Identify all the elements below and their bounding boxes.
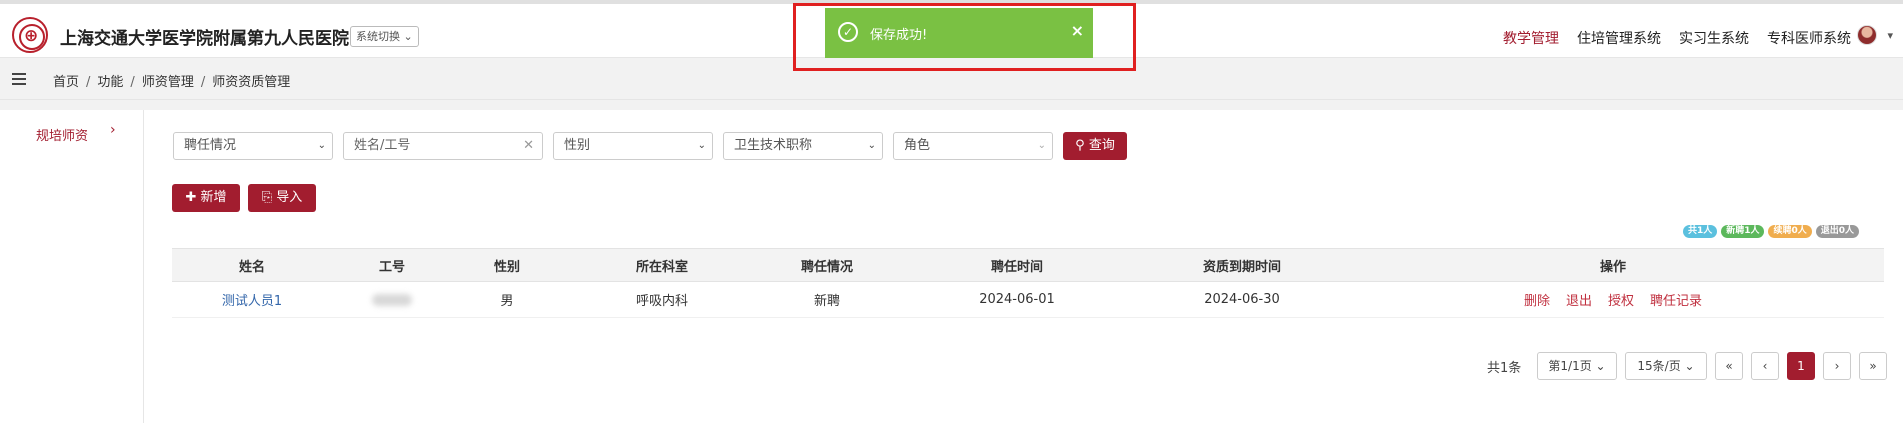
gender-select[interactable]: 性别 ⌄ (553, 132, 713, 160)
breadcrumb-separator: / (130, 75, 135, 90)
teacher-hire-date: 2024-06-01 (979, 292, 1055, 307)
content-gap (0, 100, 1903, 110)
hire-records-link[interactable]: 聘任记录 (1650, 290, 1702, 309)
teacher-gender: 男 (500, 294, 514, 309)
exit-badge: 退出0人 (1815, 225, 1859, 238)
breadcrumb-current: 师资资质管理 (212, 75, 291, 90)
add-button-label: 新增 (200, 190, 227, 205)
role-select[interactable]: 角色 ⌄ (893, 132, 1053, 160)
page-size-select[interactable]: 15条/页 ⌄ (1625, 352, 1707, 380)
new-hire-badge: 新聘1人 (1721, 225, 1765, 238)
last-page-button[interactable]: » (1859, 352, 1887, 380)
column-header-id: 工号 (378, 259, 405, 275)
pagination-total: 共1条 (1487, 361, 1522, 376)
excel-file-icon: ⎘ (261, 190, 277, 205)
chevron-down-icon: ⌄ (697, 140, 706, 151)
chevron-down-icon: ⌄ (1591, 359, 1606, 373)
prev-page-button[interactable]: ‹ (1751, 352, 1779, 380)
name-search-placeholder: 姓名/工号 (354, 138, 411, 153)
top-nav: 教学管理 住培管理系统 实习生系统 专科医师系统 (1503, 28, 1851, 48)
breadcrumb-teacher-management[interactable]: 师资管理 (142, 75, 194, 90)
nav-intern-system[interactable]: 实习生系统 (1679, 28, 1749, 48)
title-select-value: 卫生技术职称 (734, 138, 813, 153)
sidebar: 规培师资 › (10, 110, 144, 423)
chevron-down-icon: ⌄ (867, 140, 876, 151)
add-button[interactable]: ✚ 新增 (172, 184, 240, 212)
teacher-status: 新聘 (813, 294, 840, 309)
column-header-gender: 性别 (493, 259, 520, 275)
employment-select[interactable]: 聘任情况 ⌄ (173, 132, 333, 160)
table-row: 测试人员1 男 呼吸内科 新聘 2024-06-01 2024-06-30 删除… (172, 282, 1884, 318)
column-header-actions: 操作 (1599, 259, 1626, 275)
name-search-input[interactable]: 姓名/工号 ✕ (343, 132, 543, 160)
column-header-status: 聘任情况 (800, 259, 853, 275)
chevron-down-icon: ⌄ (1037, 140, 1046, 151)
next-page-button[interactable]: › (1823, 352, 1851, 380)
teacher-expire-date: 2024-06-30 (1204, 292, 1280, 307)
summary-badges: 共1人 新聘1人 续聘0人 退出0人 (1682, 225, 1859, 238)
breadcrumb: 首页 / 功能 / 师资管理 / 师资资质管理 (53, 71, 290, 90)
employment-select-value: 聘任情况 (184, 138, 237, 153)
query-button-label: 查询 (1088, 138, 1115, 153)
breadcrumb-separator: / (200, 75, 206, 90)
page-1-button[interactable]: 1 (1787, 352, 1815, 380)
query-button[interactable]: ⚲ 查询 (1063, 132, 1127, 160)
chevron-down-icon: ⌄ (403, 30, 413, 43)
row-actions: 删除 退出 授权 聘任记录 (1342, 282, 1884, 317)
table-header: 姓名 工号 性别 所在科室 聘任情况 聘任时间 资质到期时间 操作 (172, 248, 1884, 282)
logo-mark-icon: ⊕ (24, 26, 39, 46)
hospital-name: 上海交通大学医学院附属第九人民医院 (60, 29, 349, 49)
menu-toggle-icon[interactable] (12, 73, 26, 85)
clear-icon[interactable]: ✕ (523, 133, 534, 159)
nav-specialist-system[interactable]: 专科医师系统 (1767, 28, 1851, 48)
breadcrumb-separator: / (86, 75, 91, 90)
total-badge: 共1人 (1682, 225, 1718, 238)
chevron-right-icon: › (110, 122, 116, 138)
first-page-button[interactable]: « (1715, 352, 1743, 380)
redacted-id (372, 293, 412, 306)
user-avatar[interactable] (1857, 25, 1877, 45)
column-header-name: 姓名 (238, 259, 265, 275)
breadcrumb-home[interactable]: 首页 (53, 75, 79, 90)
teacher-table: 姓名 工号 性别 所在科室 聘任情况 聘任时间 资质到期时间 操作 测试人员1 … (172, 248, 1884, 318)
gender-select-value: 性别 (564, 138, 591, 153)
page-size-value: 15条/页 (1637, 359, 1681, 373)
import-button-label: 导入 (276, 190, 303, 205)
import-button[interactable]: ⎘ 导入 (248, 184, 316, 212)
sidebar-item-training-teachers[interactable]: 规培师资 (36, 125, 88, 144)
authorize-link[interactable]: 授权 (1608, 290, 1634, 309)
nav-teaching-management[interactable]: 教学管理 (1503, 28, 1559, 48)
system-switch-select[interactable]: 系统切换 ⌄ (350, 26, 419, 47)
hospital-logo: ⊕ (12, 17, 48, 53)
column-header-department: 所在科室 (635, 259, 688, 275)
avatar-caret-icon[interactable]: ▾ (1887, 29, 1893, 42)
highlight-frame (793, 3, 1136, 71)
page-select[interactable]: 第1/1页 ⌄ (1537, 352, 1617, 380)
exit-link[interactable]: 退出 (1566, 290, 1592, 309)
system-switch-label: 系统切换 (356, 30, 400, 43)
column-header-hire-date: 聘任时间 (990, 259, 1043, 275)
delete-link[interactable]: 删除 (1524, 290, 1550, 309)
search-icon: ⚲ (1075, 138, 1089, 153)
breadcrumb-function[interactable]: 功能 (97, 75, 123, 90)
nav-residency-system[interactable]: 住培管理系统 (1577, 28, 1661, 48)
page-select-value: 第1/1页 (1548, 359, 1592, 373)
chevron-down-icon: ⌄ (1680, 359, 1695, 373)
column-header-expire-date: 资质到期时间 (1202, 259, 1281, 275)
plus-icon: ✚ (185, 190, 201, 205)
teacher-department: 呼吸内科 (635, 294, 688, 309)
title-select[interactable]: 卫生技术职称 ⌄ (723, 132, 883, 160)
chevron-down-icon: ⌄ (317, 140, 326, 151)
role-select-value: 角色 (904, 138, 931, 153)
teacher-name-link[interactable]: 测试人员1 (222, 290, 282, 309)
renewal-badge: 续聘0人 (1768, 225, 1812, 238)
